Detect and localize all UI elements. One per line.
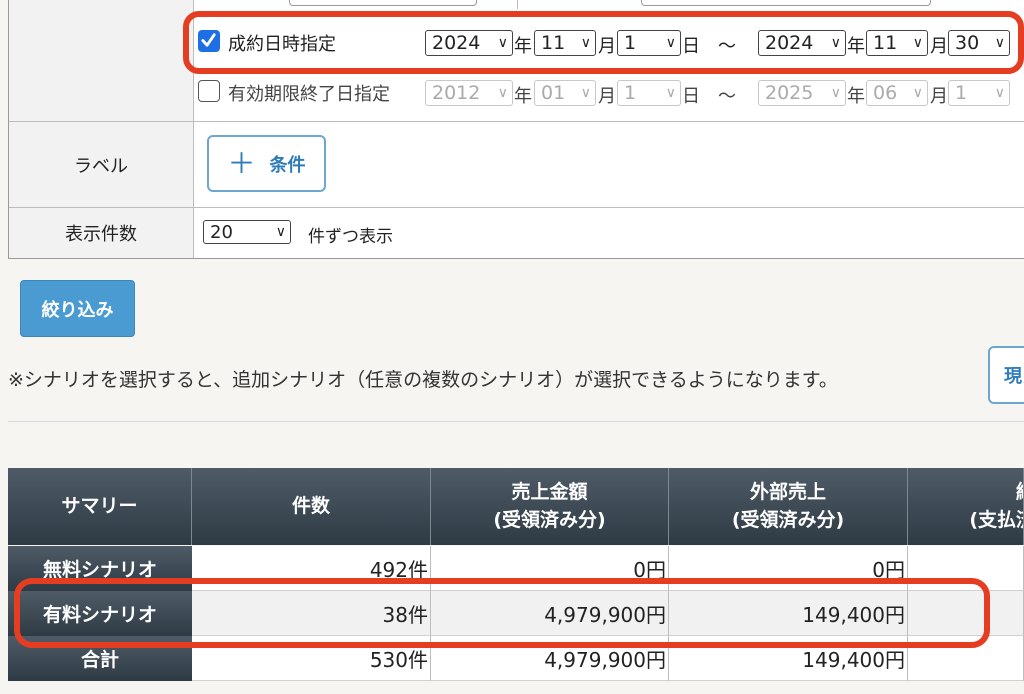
header-text: 件数 (291, 494, 330, 517)
add-condition-label: 条件 (269, 154, 306, 176)
year-unit: 年 (514, 86, 532, 107)
header-sales: 売上金額 (受領済み分) (431, 468, 669, 545)
chevron-down-icon: ∨ (665, 85, 676, 101)
top-input-remnant-1[interactable] (289, 0, 477, 6)
chevron-down-icon: ∨ (830, 85, 841, 101)
add-condition-button[interactable]: ＋ 条件 (207, 135, 326, 192)
select-value: 2025 (765, 82, 814, 104)
date-filter-label-cell (9, 0, 194, 121)
header-text: 売上金額 (511, 480, 588, 503)
month-unit: 月 (930, 86, 948, 107)
top-divider (517, 0, 518, 9)
expiry-to-year-select[interactable]: 2025 ∨ (758, 80, 846, 106)
count-row-label: 表示件数 (9, 208, 194, 258)
select-value: 06 (873, 82, 898, 104)
plus-icon: ＋ (227, 146, 256, 180)
expiry-date-label: 有効期限終了日指定 (228, 84, 390, 105)
header-subtext: (受領済み分) (731, 508, 845, 531)
month-unit: 月 (598, 86, 616, 107)
expiry-date-checkbox[interactable] (198, 80, 220, 102)
select-value: 01 (541, 82, 566, 104)
header-text: 外部売上 (749, 480, 826, 503)
select-value: 1 (624, 82, 637, 104)
top-input-remnant-2[interactable] (641, 0, 931, 6)
header-expenses: 経(支払済 (908, 468, 1024, 545)
chevron-down-icon: ∨ (912, 85, 923, 101)
highlight-paid-scenario (14, 578, 990, 648)
select-value: 20 (210, 221, 233, 243)
scenario-note: ※シナリオを選択すると、追加シナリオ（任意の複数のシナリオ）が選択できるようにな… (8, 369, 838, 391)
year-unit: 年 (847, 86, 865, 107)
day-unit: 日 (682, 86, 700, 107)
side-button[interactable]: 現 (988, 346, 1024, 404)
header-count: 件数 (192, 468, 431, 545)
chevron-down-icon: ∨ (994, 85, 1005, 101)
header-text: 経 (1016, 479, 1023, 507)
expiry-to-month-select[interactable]: 06 ∨ (866, 80, 928, 106)
chevron-down-icon: ∨ (580, 85, 591, 101)
filter-button[interactable]: 絞り込み (20, 280, 135, 337)
header-external-sales: 外部売上 (受領済み分) (669, 468, 908, 545)
section-divider (8, 421, 1024, 422)
range-tilde: ～ (718, 86, 736, 107)
label-row-label: ラベル (9, 122, 194, 207)
expiry-from-day-select[interactable]: 1 ∨ (617, 80, 681, 106)
header-summary: サマリー (8, 468, 192, 545)
expiry-from-year-select[interactable]: 2012 ∨ (425, 80, 513, 106)
expiry-to-day-select[interactable]: 1 ∨ (948, 80, 1010, 106)
header-subtext: (受領済み分) (493, 508, 606, 531)
page-size-suffix: 件ずつ表示 (308, 227, 393, 247)
select-value: 2012 (432, 82, 481, 104)
expiry-from-month-select[interactable]: 01 ∨ (534, 80, 596, 106)
page-size-select[interactable]: 20 ∨ (203, 220, 291, 244)
select-value: 1 (955, 82, 968, 104)
chevron-down-icon: ∨ (497, 85, 508, 101)
header-subtext: (支払済 (969, 508, 1023, 531)
header-text: サマリー (61, 494, 138, 517)
chevron-down-icon: ∨ (275, 224, 286, 240)
highlight-contract-date (183, 11, 1024, 74)
